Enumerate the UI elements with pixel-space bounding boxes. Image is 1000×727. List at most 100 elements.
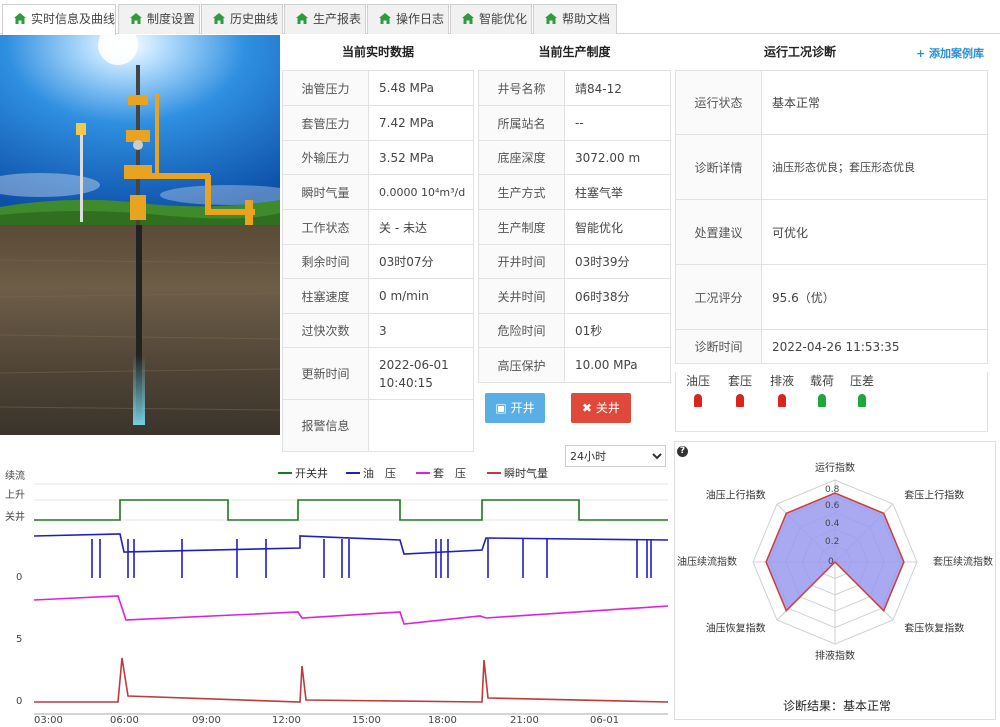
series-oil-pressure-line: [33, 533, 669, 555]
y-state-label: 关井: [5, 510, 25, 523]
home-icon: [379, 13, 391, 24]
led-oil-pressure: 油压: [682, 372, 714, 407]
led-bulb-icon: [736, 394, 744, 407]
tab-report[interactable]: 生产报表: [284, 4, 366, 34]
tab-label: 帮助文档: [562, 12, 611, 26]
tab-label: 操作日志: [396, 12, 445, 26]
row-value: 可优化: [761, 199, 988, 265]
row-value: 10.00 MPa: [564, 347, 671, 383]
led-pressure-diff: 压差: [846, 372, 878, 407]
x-tick-label: 06-01: [590, 715, 619, 724]
home-icon: [462, 13, 474, 24]
legend-label: 油 压: [363, 466, 396, 480]
legend-label: 瞬时气量: [504, 466, 548, 480]
row-value: 靖84-12: [564, 70, 671, 106]
row-key: 诊断详情: [675, 134, 762, 200]
x-tick-label: 18:00: [428, 715, 457, 724]
open-well-button[interactable]: ▣ 开井: [485, 393, 545, 423]
help-icon[interactable]: ?: [677, 446, 688, 457]
row-value: 01秒: [564, 313, 671, 348]
home-icon: [296, 13, 308, 24]
row-key: 剩余时间: [282, 244, 369, 279]
x-tick-label: 09:00: [192, 715, 221, 724]
led-bulb-icon: [858, 394, 866, 407]
row-key: 诊断时间: [675, 329, 762, 364]
radar-axis-label: 油压恢复指数: [706, 622, 766, 635]
row-value: 柱塞气举: [564, 174, 671, 210]
row-value: 3072.00 m: [564, 140, 671, 175]
x-tick-label: 03:00: [34, 715, 63, 724]
row-key: 所属站名: [478, 105, 565, 141]
radar-axis-label: 套压续流指数: [933, 555, 993, 568]
series-open-close-line: [34, 499, 668, 521]
row-value: 0.0000 10⁴m³/d: [368, 174, 474, 210]
realtime-table: 油管压力 5.48 MPa 套管压力 7.42 MPa 外输压力 3.52 MPa 瞬…: [282, 70, 474, 452]
tab-label: 实时信息及曲线: [31, 12, 116, 26]
row-key: 过快次数: [282, 313, 369, 348]
led-casing-pressure: 套压: [724, 372, 756, 407]
tab-realtime[interactable]: 实时信息及曲线: [2, 4, 116, 35]
save-icon: ▣: [495, 401, 511, 415]
tab-schedule[interactable]: 制度设置: [118, 4, 200, 34]
radar-scale-label: 0.4: [825, 519, 840, 529]
tab-label: 制度设置: [147, 12, 196, 26]
status-indicators: 油压 套压 排液 载荷 压差: [675, 372, 988, 432]
tab-optimize[interactable]: 智能优化: [450, 4, 532, 34]
tab-label: 历史曲线: [230, 12, 279, 26]
row-key: 底座深度: [478, 140, 565, 175]
row-value: 油压形态优良；套压形态优良: [761, 134, 988, 200]
wellhead-illustration: [0, 35, 280, 435]
row-key: 高压保护: [478, 347, 565, 383]
series-gas-flow-line: [34, 657, 669, 703]
radar-axis-label: 套压上行指数: [904, 489, 964, 502]
row-key: 井号名称: [478, 70, 565, 106]
row-value: 0 m/min: [368, 278, 474, 314]
x-tick-label: 06:00: [110, 715, 139, 724]
row-key: 工况评分: [675, 264, 762, 330]
row-key: 生产方式: [478, 174, 565, 210]
diagnosis-table: 运行状态 基本正常 诊断详情 油压形态优良；套压形态优良 处置建议 可优化 工况评分 9…: [675, 70, 988, 364]
series-casing-pressure-line: [33, 595, 669, 625]
system-title: 当前生产制度: [538, 45, 611, 59]
row-key: 瞬时气量: [282, 174, 369, 210]
row-key: 外输压力: [282, 140, 369, 175]
row-value: 3: [368, 313, 474, 348]
home-icon: [213, 13, 225, 24]
row-key: 开井时间: [478, 244, 565, 279]
tab-help[interactable]: 帮助文档: [533, 4, 617, 34]
y-tick-label: 5: [16, 634, 22, 645]
radar-axis-label: 油压上行指数: [706, 489, 766, 502]
diagnosis-title: 运行工况诊断: [763, 45, 836, 59]
row-key: 运行状态: [675, 70, 762, 135]
system-table: 井号名称 靖84-12 所属站名 -- 底座深度 3072.00 m 生产方式 柱塞气举…: [478, 70, 671, 383]
row-value: 06时38分: [564, 278, 671, 314]
close-well-button[interactable]: ✖ 关井: [571, 393, 631, 423]
row-value: 智能优化: [564, 209, 671, 245]
row-value: 基本正常: [761, 70, 988, 135]
tab-log[interactable]: 操作日志: [367, 4, 449, 34]
tab-label: 智能优化: [479, 12, 528, 26]
row-value: 7.42 MPa: [368, 105, 474, 141]
home-icon: [14, 13, 26, 24]
row-key: 柱塞速度: [282, 278, 369, 314]
radar-scale-label: 0.2: [825, 537, 839, 547]
led-drainage: 排液: [766, 372, 798, 407]
radar-scale-label: 0.6: [825, 501, 840, 511]
row-key: 工作状态: [282, 209, 369, 245]
home-icon: [130, 13, 142, 24]
tab-history[interactable]: 历史曲线: [201, 4, 283, 34]
row-key: 套管压力: [282, 105, 369, 141]
row-value: 2022-04-26 11:53:35: [761, 329, 988, 364]
row-key: 危险时间: [478, 313, 565, 348]
row-key: 更新时间: [282, 347, 369, 400]
led-bulb-icon: [778, 394, 786, 407]
x-tick-label: 12:00: [272, 715, 301, 724]
realtime-title: 当前实时数据: [341, 45, 414, 59]
led-bulb-icon: [818, 394, 826, 407]
row-value: 03时39分: [564, 244, 671, 279]
trend-chart: 开关井 油 压 套 压 瞬时气量 续流 上升 关井 0 5 0 03:00 06…: [0, 440, 670, 726]
tab-label: 生产报表: [313, 12, 362, 26]
add-case-link[interactable]: + 添加案例库: [916, 45, 984, 61]
row-value: 关 - 未达: [368, 209, 474, 245]
radar-chart: 运行指数套压上行指数套压续流指数套压恢复指数排液指数 油压恢复指数 油压续流指数 油压…: [677, 461, 993, 713]
